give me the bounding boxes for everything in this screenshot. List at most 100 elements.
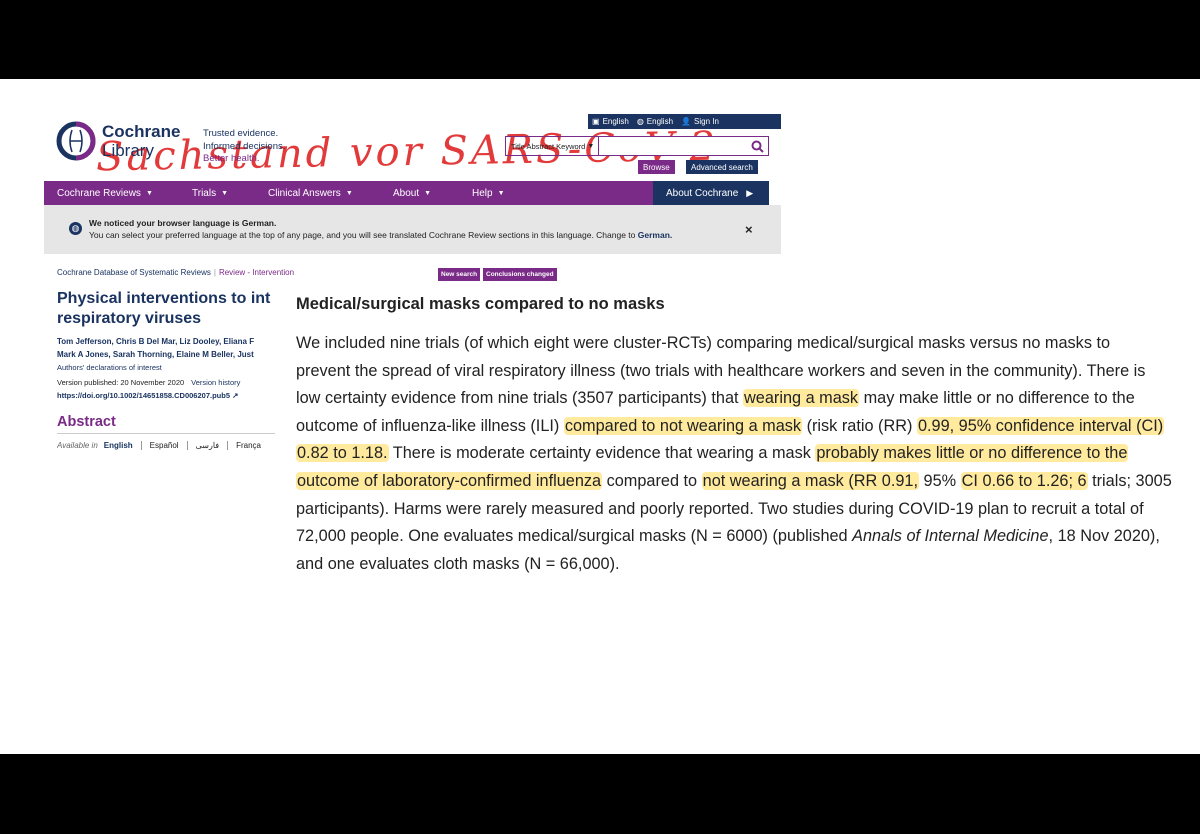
tagline-line-2: Informed decisions. <box>203 140 286 152</box>
authors-line-2[interactable]: Mark A Jones, Sarah Thorning, Elaine M B… <box>57 348 275 361</box>
breadcrumb-review-type: Review - Intervention <box>218 268 295 277</box>
nav-cochrane-reviews[interactable]: Cochrane Reviews ▼ <box>57 181 153 205</box>
content-language-label: English <box>602 117 629 126</box>
version-info: Version published: 20 November 2020 Versi… <box>57 378 275 387</box>
author-list: Tom Jefferson, Chris B Del Mar, Liz Dool… <box>57 335 275 361</box>
breadcrumb-database[interactable]: Cochrane Database of Systematic Reviews <box>57 268 211 277</box>
paragraph-line: and one evaluates cloth masks (N = 66,00… <box>296 554 620 573</box>
close-icon[interactable]: × <box>745 222 753 237</box>
paragraph-line: We included nine trials (of which eight … <box>296 334 1111 352</box>
nav-label: Cochrane Reviews <box>57 187 141 199</box>
advanced-search-button[interactable]: Advanced search <box>686 160 758 174</box>
language-notice: ◍ We noticed your browser language is Ge… <box>44 205 781 254</box>
text-run: compared to <box>602 471 702 490</box>
change-language-link[interactable]: German. <box>638 230 673 240</box>
tagline-line-1: Trusted evidence. <box>203 128 279 139</box>
language-english[interactable]: English <box>104 441 142 450</box>
paragraph-line: participants). Harms were rarely measure… <box>296 499 1144 518</box>
search-scope-label: Title Abstract Keyword <box>511 141 586 151</box>
article-sidebar: Physical interventions to int respirator… <box>57 289 275 459</box>
paragraph-line: outcome of laboratory-confirmed influenz… <box>296 468 1172 496</box>
caret-down-icon: ▼ <box>145 189 153 197</box>
declarations-link[interactable]: Authors' declarations of interest <box>57 362 275 374</box>
text-run: outcome of influenza-like illness (ILI) <box>296 416 564 435</box>
external-link-icon: ↗ <box>232 391 239 400</box>
nav-label: Clinical Answers <box>268 187 341 199</box>
about-cochrane-button[interactable]: About Cochrane ▶ <box>653 181 769 205</box>
paragraph-line: 72,000 people. One evaluates medical/sur… <box>296 523 1160 551</box>
utility-bar: ▣ English ◍ English 👤 Sign In <box>588 114 781 129</box>
notice-body-text: You can select your preferred language a… <box>89 230 636 240</box>
nav-help[interactable]: Help ▼ <box>472 181 505 205</box>
language-espanol[interactable]: Español <box>142 441 188 450</box>
caret-right-icon: ▶ <box>746 187 754 198</box>
main-nav: Cochrane Reviews ▼ Trials ▼ Clinical Answe… <box>44 181 653 205</box>
highlighted-text: probably makes little or no difference t… <box>815 444 1129 463</box>
text-run: trials; 3005 <box>1087 471 1172 490</box>
breadcrumb: Cochrane Database of Systematic Reviews |… <box>57 268 294 277</box>
authors-line-1[interactable]: Tom Jefferson, Chris B Del Mar, Liz Dool… <box>57 335 275 348</box>
notice-title: We noticed your browser language is Germ… <box>89 218 277 228</box>
notice-body: You can select your preferred language a… <box>89 230 672 240</box>
sign-in-label: Sign In <box>694 117 719 126</box>
text-run: (risk ratio (RR) <box>802 416 917 435</box>
doi-text: https://doi.org/10.1002/14651858.CD00620… <box>57 391 230 400</box>
highlighted-text: 0.82 to 1.18. <box>296 444 389 463</box>
nav-clinical-answers[interactable]: Clinical Answers ▼ <box>268 181 353 205</box>
about-cochrane-label: About Cochrane <box>666 187 739 199</box>
section-paragraph: We included nine trials (of which eight … <box>296 330 1172 578</box>
nav-label: About <box>393 187 420 199</box>
nav-label: Help <box>472 187 493 199</box>
site-language-selector[interactable]: ◍ English <box>637 117 673 126</box>
nav-trials[interactable]: Trials ▼ <box>192 181 228 205</box>
highlighted-text: compared to not wearing a mask <box>563 416 803 435</box>
user-icon: 👤 <box>681 117 692 126</box>
text-run: 72,000 people. One evaluates medical/sur… <box>296 527 853 546</box>
search-input[interactable] <box>599 137 746 155</box>
text-run: There is moderate certainty evidence tha… <box>388 444 816 463</box>
search-box: Title Abstract Keyword ▼ <box>505 136 769 156</box>
paragraph-line: 0.82 to 1.18. There is moderate certaint… <box>296 440 1146 468</box>
caret-down-icon: ▼ <box>497 189 505 197</box>
version-published: Version published: 20 November 2020 <box>57 378 185 387</box>
paragraph-line: low certainty evidence from nine trials … <box>296 385 1146 413</box>
tagline: Trusted evidence. Informed decisions. Be… <box>203 128 285 166</box>
highlighted-text: CI 0.66 to 1.26; 6 <box>960 471 1088 490</box>
language-francais[interactable]: França <box>228 441 269 450</box>
doi-link[interactable]: https://doi.org/10.1002/14651858.CD00620… <box>57 391 275 400</box>
search-scope-select[interactable]: Title Abstract Keyword ▼ <box>506 137 600 155</box>
globe-icon: ◍ <box>636 117 644 126</box>
site-language-label: English <box>646 117 674 126</box>
caret-down-icon: ▼ <box>424 189 432 197</box>
sign-in-link[interactable]: 👤 Sign In <box>681 117 719 126</box>
globe-icon: ◍ <box>69 222 82 235</box>
text-run: may make little or no difference to the <box>859 389 1135 408</box>
document-icon: ▣ <box>592 117 600 126</box>
conclusions-changed-badge[interactable]: Conclusions changed <box>483 268 557 281</box>
logo-line-1: Cochrane <box>102 122 181 141</box>
paragraph-line: outcome of influenza-like illness (ILI) … <box>296 413 1165 441</box>
logo-wordmark: Cochrane Library <box>102 122 180 160</box>
nav-label: Trials <box>192 187 217 199</box>
cochrane-logo-icon <box>56 121 96 161</box>
available-languages: Available in English Español فارسی Franç… <box>57 433 275 450</box>
language-farsi[interactable]: فارسی <box>188 441 229 450</box>
highlighted-text: 0.99, 95% confidence interval (CI) <box>916 416 1165 435</box>
nav-about[interactable]: About ▼ <box>393 181 431 205</box>
article-title-line-1: Physical interventions to int <box>57 290 271 307</box>
tagline-line-3: Better health. <box>203 153 260 164</box>
new-search-badge[interactable]: New search <box>438 268 481 281</box>
caret-down-icon: ▼ <box>345 189 353 197</box>
cochrane-library-logo[interactable]: Cochrane Library <box>56 120 180 162</box>
caret-down-icon: ▼ <box>587 142 595 150</box>
paragraph-line: prevent the spread of viral respiratory … <box>296 361 1146 380</box>
search-icon[interactable] <box>746 140 768 153</box>
version-history-link[interactable]: Version history <box>191 378 240 387</box>
content-language-selector[interactable]: ▣ English <box>592 117 629 126</box>
available-in-label: Available in <box>57 441 98 450</box>
highlighted-text: not wearing a mask (RR 0.91, <box>701 471 920 490</box>
logo-line-2: Library <box>102 141 154 160</box>
highlighted-text: wearing a mask <box>743 389 860 408</box>
section-heading: Medical/surgical masks compared to no ma… <box>296 295 665 313</box>
browse-button[interactable]: Browse <box>638 160 675 174</box>
